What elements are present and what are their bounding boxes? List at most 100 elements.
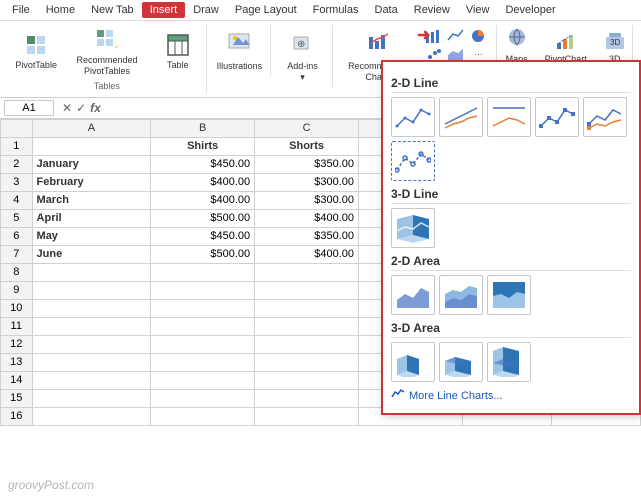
- cell-a4[interactable]: March: [32, 191, 151, 209]
- menu-insert[interactable]: Insert: [142, 2, 186, 18]
- confirm-formula-icon[interactable]: ✓: [76, 101, 86, 115]
- stacked-line-chart-icon[interactable]: [439, 97, 483, 137]
- corner-header: [1, 119, 33, 137]
- recommended-pivot-label: Recommended PivotTables: [64, 55, 149, 77]
- cell-b7[interactable]: $500.00: [151, 245, 255, 263]
- cell-a2[interactable]: January: [32, 155, 151, 173]
- row-2-num: 2: [1, 155, 33, 173]
- pivot-table-icon: [25, 34, 47, 59]
- cell-a7[interactable]: June: [32, 245, 151, 263]
- area-chart-icon[interactable]: [391, 275, 435, 315]
- menu-data[interactable]: Data: [367, 2, 406, 18]
- cell-c4[interactable]: $300.00: [255, 191, 359, 209]
- addins-icon: ⊕: [291, 29, 313, 60]
- menu-newtab[interactable]: New Tab: [83, 2, 142, 18]
- 3d-area-chart-icon[interactable]: [391, 342, 435, 382]
- table-icon: [167, 34, 189, 59]
- 2d-area-charts: [391, 275, 631, 315]
- tables-group-label: Tables: [94, 81, 120, 91]
- menu-home[interactable]: Home: [38, 2, 83, 18]
- col-c[interactable]: C: [255, 119, 359, 137]
- 3d-stacked-area-chart-icon[interactable]: [439, 342, 483, 382]
- illustrations-btn[interactable]: Illustrations: [213, 27, 267, 74]
- row-1-num: 1: [1, 137, 33, 155]
- cell-c7[interactable]: $400.00: [255, 245, 359, 263]
- cell-b6[interactable]: $450.00: [151, 227, 255, 245]
- menu-developer[interactable]: Developer: [497, 2, 563, 18]
- 3d-line-charts: [391, 208, 631, 248]
- cell-a5[interactable]: April: [32, 209, 151, 227]
- pie-chart-btn[interactable]: [468, 27, 488, 45]
- col-b[interactable]: B: [151, 119, 255, 137]
- 2d-line-charts-row2: [391, 141, 631, 181]
- menu-file[interactable]: File: [4, 2, 38, 18]
- menu-view[interactable]: View: [458, 2, 498, 18]
- cancel-formula-icon[interactable]: ✕: [62, 101, 72, 115]
- cell-b1[interactable]: Shirts: [151, 137, 255, 155]
- red-arrow: ➜: [417, 25, 430, 45]
- chart-panel: 2-D Line: [381, 60, 641, 415]
- line-with-markers-icon[interactable]: [535, 97, 579, 137]
- menu-bar: File Home New Tab Insert Draw Page Layou…: [0, 0, 641, 21]
- line-extra-icon[interactable]: [391, 141, 435, 181]
- cell-c3[interactable]: $300.00: [255, 173, 359, 191]
- insert-function-icon[interactable]: fx: [90, 101, 101, 115]
- cell-reference[interactable]: [4, 100, 54, 116]
- recommended-pivot-btn[interactable]: ✓ Recommended PivotTables: [60, 27, 153, 79]
- col-a[interactable]: A: [32, 119, 151, 137]
- illustrations-icon: [228, 29, 250, 60]
- cell-b2[interactable]: $450.00: [151, 155, 255, 173]
- line-chart-small-btn[interactable]: [446, 27, 466, 45]
- cell-c1[interactable]: Shorts: [255, 137, 359, 155]
- svg-text:⊕: ⊕: [297, 39, 305, 50]
- row-6-num: 6: [1, 227, 33, 245]
- pivot-table-btn[interactable]: PivotTable: [16, 32, 56, 73]
- table-label: Table: [167, 60, 189, 71]
- row-7-num: 7: [1, 245, 33, 263]
- cell-c5[interactable]: $400.00: [255, 209, 359, 227]
- illustrations-label: Illustrations: [217, 61, 263, 72]
- cell-c2[interactable]: $350.00: [255, 155, 359, 173]
- stacked-line-markers-icon[interactable]: [583, 97, 627, 137]
- section-2d-line: 2-D Line: [391, 76, 631, 93]
- 100-stacked-line-chart-icon[interactable]: [487, 97, 531, 137]
- cell-b5[interactable]: $500.00: [151, 209, 255, 227]
- ribbon-group-illustrations: Illustrations: [209, 25, 271, 76]
- menu-formulas[interactable]: Formulas: [305, 2, 367, 18]
- row-4-num: 4: [1, 191, 33, 209]
- row-3-num: 3: [1, 173, 33, 191]
- stacked-area-chart-icon[interactable]: [439, 275, 483, 315]
- svg-text:✓: ✓: [114, 42, 118, 51]
- line-chart-icon[interactable]: [391, 97, 435, 137]
- cell-c6[interactable]: $350.00: [255, 227, 359, 245]
- cell-a1[interactable]: [32, 137, 151, 155]
- addins-btn[interactable]: ⊕ Add-ins ▾: [281, 27, 324, 85]
- cell-a6[interactable]: May: [32, 227, 151, 245]
- ribbon-group-addins: ⊕ Add-ins ▾: [273, 25, 333, 87]
- more-line-charts-text: More Line Charts...: [409, 390, 503, 402]
- cell-b3[interactable]: $400.00: [151, 173, 255, 191]
- section-2d-area: 2-D Area: [391, 254, 631, 271]
- cell-a3[interactable]: February: [32, 173, 151, 191]
- cell-b4[interactable]: $400.00: [151, 191, 255, 209]
- more-line-charts-link[interactable]: More Line Charts...: [391, 386, 631, 405]
- menu-review[interactable]: Review: [406, 2, 458, 18]
- section-3d-line: 3-D Line: [391, 187, 631, 204]
- 3d-line-chart-icon[interactable]: [391, 208, 435, 248]
- recommended-charts-icon: [368, 29, 390, 60]
- table-btn[interactable]: Table: [158, 32, 198, 73]
- 3d-area-charts: [391, 342, 631, 382]
- ribbon-tables-items: PivotTable ✓ Recommended PivotTables: [16, 27, 198, 79]
- ribbon-group-tables: PivotTable ✓ Recommended PivotTables: [8, 25, 207, 93]
- menu-draw[interactable]: Draw: [185, 2, 227, 18]
- more-charts-line-icon: [391, 388, 405, 403]
- recommended-pivot-icon: ✓: [96, 29, 118, 54]
- svg-text:3D: 3D: [610, 38, 620, 47]
- formula-icons: ✕ ✓ fx: [58, 101, 105, 115]
- 3d-100-stacked-area-chart-icon[interactable]: [487, 342, 531, 382]
- addins-label: Add-ins ▾: [285, 61, 320, 83]
- section-3d-area: 3-D Area: [391, 321, 631, 338]
- menu-pagelayout[interactable]: Page Layout: [227, 2, 305, 18]
- 100-stacked-area-chart-icon[interactable]: [487, 275, 531, 315]
- row-5-num: 5: [1, 209, 33, 227]
